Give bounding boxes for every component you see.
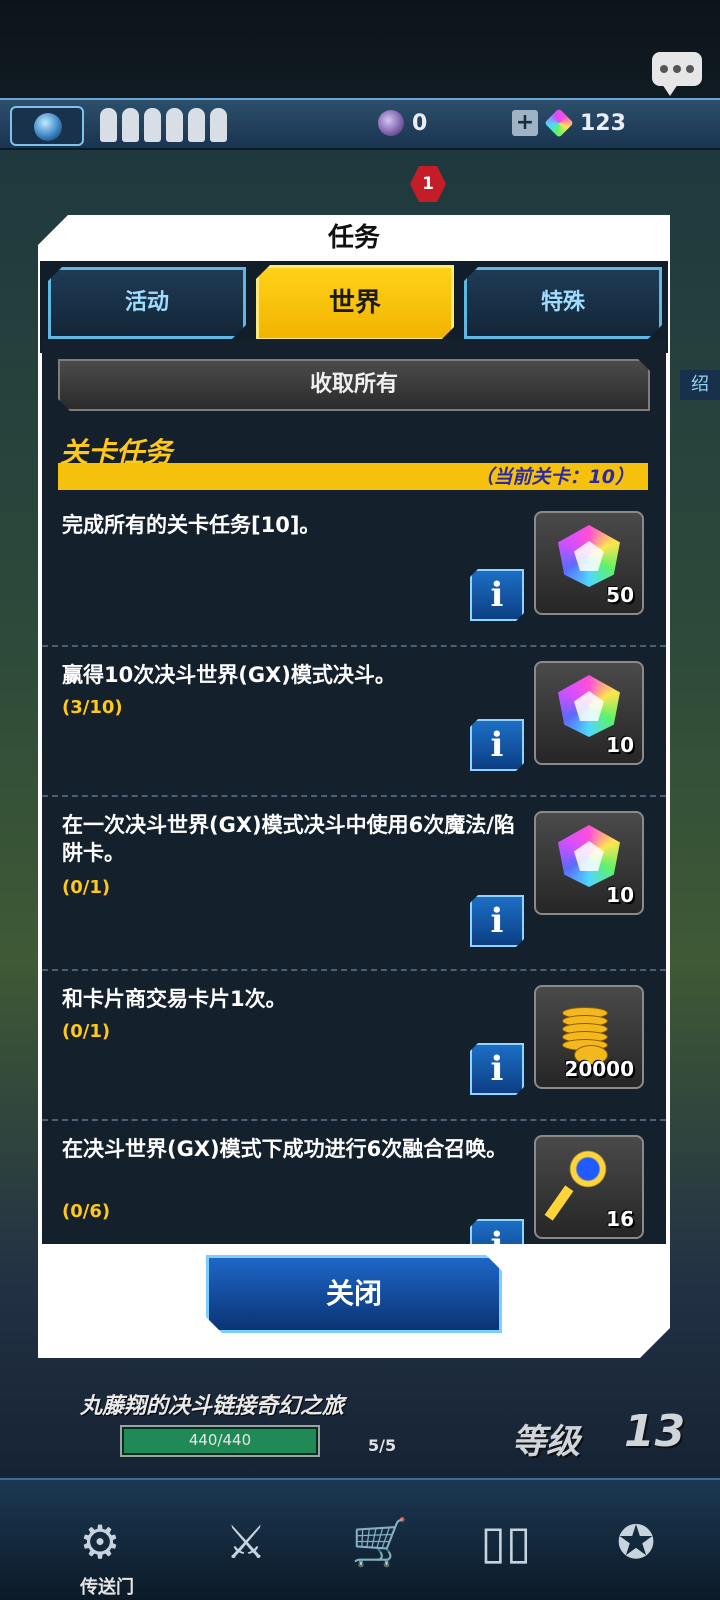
nav-duel-button[interactable]: ⚔ xyxy=(186,1490,306,1594)
reward-amount: 16 xyxy=(606,1207,634,1231)
chest-count: 5/5 xyxy=(368,1436,397,1455)
level-value: 13 xyxy=(624,1406,686,1457)
chat-icon[interactable] xyxy=(652,52,702,96)
reward-amount: 50 xyxy=(606,583,634,607)
cart-icon: 🛒 xyxy=(351,1514,409,1569)
missions-dialog: 任务 活动 世界 特殊 收取所有 关卡任务 （当前关卡：10） 完成所有的关卡任… xyxy=(38,215,670,1358)
nav-guild-button[interactable]: ✪ xyxy=(576,1490,696,1594)
info-button[interactable]: i xyxy=(470,569,524,621)
stamina-pip-icon xyxy=(100,108,117,142)
quest-row: 完成所有的关卡任务[10]。 i 50 xyxy=(42,499,666,647)
top-bar: 0 + 123 xyxy=(0,98,720,150)
orb-menu-button[interactable] xyxy=(10,106,84,146)
currency-2-value: 123 xyxy=(580,110,626,136)
emblem-icon: ✪ xyxy=(616,1515,656,1569)
collect-all-button[interactable]: 收取所有 xyxy=(58,359,650,411)
quest-description: 在决斗世界(GX)模式下成功进行6次融合召唤。 xyxy=(62,1137,508,1161)
reward-box[interactable]: 50 xyxy=(534,511,644,615)
stamina-pip-icon xyxy=(188,108,205,142)
stamina-indicator xyxy=(100,108,227,142)
currency-1-value: 0 xyxy=(412,110,428,136)
level-label: 等级 xyxy=(512,1422,580,1462)
xp-text: 440/440 xyxy=(188,1431,252,1449)
quest-description: 在一次决斗世界(GX)模式决斗中使用6次魔法/陷阱卡。 xyxy=(62,813,515,865)
tab-special[interactable]: 特殊 xyxy=(464,267,662,339)
quest-description: 完成所有的关卡任务[10]。 xyxy=(62,513,321,537)
reward-box[interactable]: 10 xyxy=(534,661,644,765)
stamina-pip-icon xyxy=(122,108,139,142)
close-button[interactable]: 关闭 xyxy=(206,1255,502,1333)
reward-box[interactable]: 10 xyxy=(534,811,644,915)
quest-row: 在决斗世界(GX)模式下成功进行6次融合召唤。 (0/6) i 16 xyxy=(42,1123,666,1244)
quest-progress: (3/10) xyxy=(62,697,123,718)
crossed-swords-icon: ⚔ xyxy=(225,1515,267,1569)
gem-icon xyxy=(558,525,620,587)
gem-icon xyxy=(544,108,574,138)
campaign-title: 丸藤翔的决斗链接奇幻之旅 xyxy=(80,1394,345,1419)
nav-deck-button[interactable]: ▯▯ xyxy=(446,1490,566,1594)
stamina-pip-icon xyxy=(144,108,161,142)
xp-bar: 440/440 xyxy=(120,1425,320,1457)
tab-events[interactable]: 活动 xyxy=(48,267,246,339)
quest-description: 赢得10次决斗世界(GX)模式决斗。 xyxy=(62,663,396,687)
reward-box[interactable]: 16 xyxy=(534,1135,644,1239)
dialog-title: 任务 xyxy=(327,223,380,253)
stamina-pip-icon xyxy=(210,108,227,142)
info-button[interactable]: i xyxy=(470,1219,524,1244)
quest-row: 在一次决斗世界(GX)模式决斗中使用6次魔法/陷阱卡。 (0/1) i 10 xyxy=(42,799,666,971)
gem-icon xyxy=(558,825,620,887)
notification-badge: 1 xyxy=(410,166,446,202)
quest-progress: (0/1) xyxy=(62,877,111,898)
quest-row: 赢得10次决斗世界(GX)模式决斗。 (3/10) i 10 xyxy=(42,649,666,797)
status-area xyxy=(0,0,720,100)
reward-amount: 10 xyxy=(606,733,634,757)
gate-icon: ⚙ xyxy=(79,1515,121,1569)
gem-icon xyxy=(558,675,620,737)
info-button[interactable]: i xyxy=(470,1043,524,1095)
nav-gate-label: 传送门 xyxy=(80,1577,134,1598)
currency-orb-icon xyxy=(378,110,404,136)
gold-coins-icon xyxy=(558,1001,618,1061)
stamina-pip-icon xyxy=(166,108,183,142)
quest-progress: (0/6) xyxy=(62,1201,111,1222)
key-shaft xyxy=(545,1185,574,1220)
quest-description: 和卡片商交易卡片1次。 xyxy=(62,987,287,1011)
quest-row: 和卡片商交易卡片1次。 (0/1) i 20000 xyxy=(42,973,666,1121)
section-current-stage: （当前关卡：10） xyxy=(58,463,648,490)
currency-1: 0 xyxy=(378,110,427,136)
nav-shop-button[interactable]: 🛒 xyxy=(320,1490,440,1594)
quest-progress: (0/1) xyxy=(62,1021,111,1042)
key-icon xyxy=(566,1147,610,1191)
reward-box[interactable]: 20000 xyxy=(534,985,644,1089)
reward-amount: 20000 xyxy=(564,1057,634,1081)
tab-world[interactable]: 世界 xyxy=(256,265,454,341)
cards-icon: ▯▯ xyxy=(480,1515,532,1569)
side-label[interactable]: 绍 xyxy=(680,370,720,400)
add-currency-button[interactable]: + xyxy=(512,110,538,136)
info-button[interactable]: i xyxy=(470,719,524,771)
mission-list-panel[interactable]: 收取所有 关卡任务 （当前关卡：10） 完成所有的关卡任务[10]。 i 50 … xyxy=(42,339,666,1244)
currency-2: + 123 xyxy=(512,108,626,138)
orb-icon xyxy=(34,113,62,141)
reward-amount: 10 xyxy=(606,883,634,907)
info-button[interactable]: i xyxy=(470,895,524,947)
